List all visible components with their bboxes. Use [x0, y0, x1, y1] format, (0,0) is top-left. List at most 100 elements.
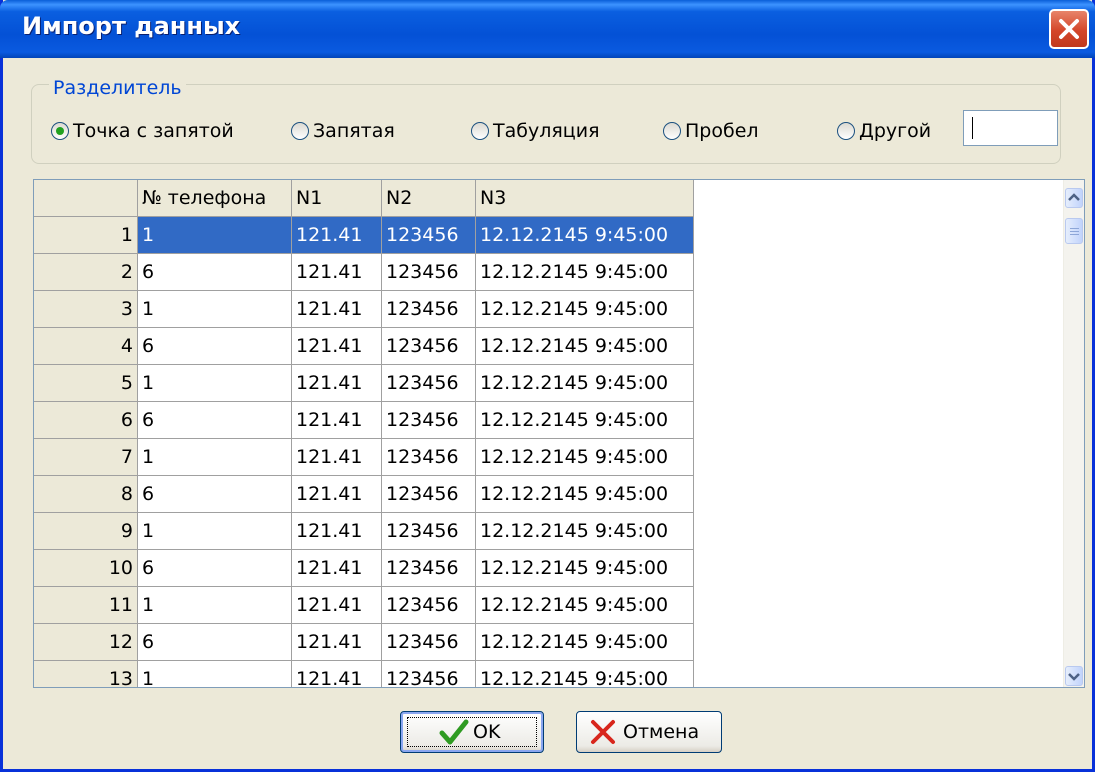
radio-label: Другой	[859, 120, 932, 142]
title-bar[interactable]: Импорт данных	[0, 0, 1095, 58]
table-cell[interactable]: 12.12.2145 9:45:00	[476, 254, 694, 291]
table-cell[interactable]: 12.12.2145 9:45:00	[476, 328, 694, 365]
table-cell[interactable]: 1	[138, 217, 292, 254]
cancel-button[interactable]: Отмена	[576, 711, 722, 753]
close-button[interactable]	[1049, 9, 1089, 49]
table-cell[interactable]: 1	[138, 513, 292, 550]
table-cell[interactable]: 1	[138, 439, 292, 476]
table-cell[interactable]: 121.41	[292, 402, 382, 439]
table-cell[interactable]: 12.12.2145 9:45:00	[476, 365, 694, 402]
table-cell[interactable]: 6	[138, 254, 292, 291]
table-cell[interactable]: 123456	[382, 513, 476, 550]
import-dialog: Импорт данных Разделитель Точка с запято…	[0, 0, 1095, 772]
vertical-scrollbar[interactable]	[1063, 180, 1084, 687]
radio-comma[interactable]: Запятая	[291, 118, 395, 144]
table-cell[interactable]: 123456	[382, 439, 476, 476]
radio-circle	[837, 122, 855, 140]
table-cell[interactable]: 121.41	[292, 476, 382, 513]
table-cell[interactable]: 123456	[382, 254, 476, 291]
table-cell[interactable]: 12.12.2145 9:45:00	[476, 476, 694, 513]
thumb-grip	[1070, 231, 1079, 232]
focus-rect	[407, 717, 537, 747]
table-cell[interactable]: 121.41	[292, 587, 382, 624]
thumb-grip	[1070, 234, 1079, 235]
other-separator-input[interactable]	[963, 110, 1058, 146]
table-cell[interactable]: 1	[138, 661, 292, 687]
scroll-up-button[interactable]	[1065, 188, 1083, 208]
table-cell[interactable]: 12.12.2145 9:45:00	[476, 439, 694, 476]
table-cell[interactable]: 12.12.2145 9:45:00	[476, 624, 694, 661]
table-cell[interactable]: 6	[138, 476, 292, 513]
ok-button[interactable]: OK	[400, 711, 544, 753]
radio-label: Запятая	[313, 120, 395, 142]
radio-circle	[291, 122, 309, 140]
table-cell[interactable]: 121.41	[292, 513, 382, 550]
row-header[interactable]: 7	[34, 439, 138, 476]
table-cell[interactable]: 12.12.2145 9:45:00	[476, 661, 694, 687]
table-cell[interactable]: 123456	[382, 365, 476, 402]
table-cell[interactable]: 123456	[382, 402, 476, 439]
table-cell[interactable]: 1	[138, 365, 292, 402]
grid-corner[interactable]	[34, 180, 138, 217]
table-cell[interactable]: 12.12.2145 9:45:00	[476, 550, 694, 587]
row-header[interactable]: 8	[34, 476, 138, 513]
radio-other[interactable]: Другой	[837, 118, 931, 144]
radio-semicolon[interactable]: Точка с запятой	[51, 118, 234, 144]
table-cell[interactable]: 121.41	[292, 661, 382, 687]
radio-circle	[471, 122, 489, 140]
column-header[interactable]: N3	[476, 180, 694, 217]
table-cell[interactable]: 1	[138, 291, 292, 328]
table-cell[interactable]: 12.12.2145 9:45:00	[476, 402, 694, 439]
row-header[interactable]: 5	[34, 365, 138, 402]
scroll-down-button[interactable]	[1065, 666, 1083, 686]
window-title: Импорт данных	[22, 12, 241, 40]
row-header[interactable]: 11	[34, 587, 138, 624]
row-header[interactable]: 3	[34, 291, 138, 328]
table-cell[interactable]: 121.41	[292, 365, 382, 402]
table-cell[interactable]: 123456	[382, 328, 476, 365]
row-header[interactable]: 2	[34, 254, 138, 291]
table-cell[interactable]: 121.41	[292, 624, 382, 661]
table-cell[interactable]: 123456	[382, 476, 476, 513]
table-cell[interactable]: 1	[138, 587, 292, 624]
table-cell[interactable]: 121.41	[292, 550, 382, 587]
row-header[interactable]: 6	[34, 402, 138, 439]
table-cell[interactable]: 123456	[382, 291, 476, 328]
row-header[interactable]: 10	[34, 550, 138, 587]
radio-circle	[51, 122, 69, 140]
table-cell[interactable]: 123456	[382, 587, 476, 624]
table-cell[interactable]: 121.41	[292, 217, 382, 254]
table-cell[interactable]: 6	[138, 402, 292, 439]
scroll-thumb[interactable]	[1065, 218, 1083, 244]
table-cell[interactable]: 121.41	[292, 328, 382, 365]
data-grid[interactable]: № телефона N1 N2 N3 1 1 121.41 123456 12.12.2145…	[33, 179, 1085, 688]
table-cell[interactable]: 121.41	[292, 291, 382, 328]
row-header[interactable]: 9	[34, 513, 138, 550]
column-header[interactable]: N1	[292, 180, 382, 217]
cross-icon	[591, 720, 615, 744]
radio-label: Точка с запятой	[73, 120, 234, 142]
row-header[interactable]: 1	[34, 217, 138, 254]
table-cell[interactable]: 12.12.2145 9:45:00	[476, 587, 694, 624]
table-cell[interactable]: 12.12.2145 9:45:00	[476, 513, 694, 550]
column-header[interactable]: № телефона	[138, 180, 292, 217]
row-header[interactable]: 4	[34, 328, 138, 365]
row-header[interactable]: 13	[34, 661, 138, 687]
table-cell[interactable]: 6	[138, 624, 292, 661]
chevron-down-icon	[1068, 673, 1080, 681]
table-cell[interactable]: 6	[138, 328, 292, 365]
row-header[interactable]: 12	[34, 624, 138, 661]
radio-tab[interactable]: Табуляция	[471, 118, 600, 144]
table-cell[interactable]: 123456	[382, 550, 476, 587]
table-cell[interactable]: 121.41	[292, 254, 382, 291]
table-cell[interactable]: 6	[138, 550, 292, 587]
chevron-up-icon	[1068, 193, 1080, 201]
radio-space[interactable]: Пробел	[663, 118, 759, 144]
table-cell[interactable]: 123456	[382, 661, 476, 687]
column-header[interactable]: N2	[382, 180, 476, 217]
table-cell[interactable]: 121.41	[292, 439, 382, 476]
table-cell[interactable]: 12.12.2145 9:45:00	[476, 217, 694, 254]
table-cell[interactable]: 123456	[382, 624, 476, 661]
table-cell[interactable]: 123456	[382, 217, 476, 254]
table-cell[interactable]: 12.12.2145 9:45:00	[476, 291, 694, 328]
